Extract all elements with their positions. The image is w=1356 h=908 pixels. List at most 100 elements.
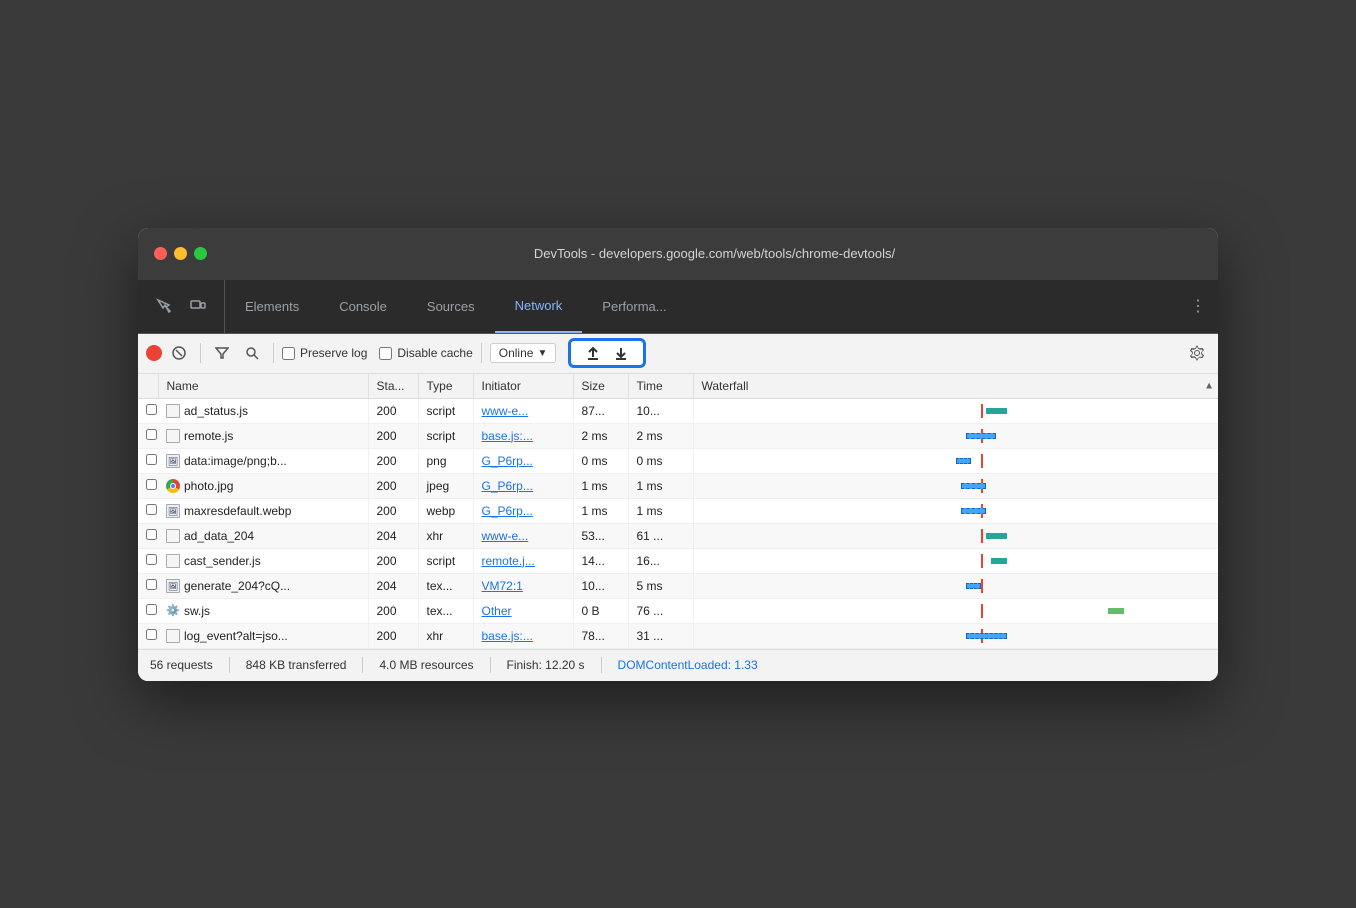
table-row[interactable]: cast_sender.js 200 script remote.j... 14… (138, 548, 1218, 573)
row-name[interactable]: photo.jpg (158, 473, 368, 498)
network-table-container[interactable]: Name Sta... Type Initiator Size (138, 374, 1218, 649)
table-row[interactable]: 🖼 generate_204?cQ... 204 tex... VM72:1 1… (138, 573, 1218, 598)
row-name[interactable]: 🖼 maxresdefault.webp (158, 498, 368, 523)
row-waterfall (693, 573, 1218, 598)
inspect-icon[interactable] (150, 292, 178, 320)
row-initiator[interactable]: www-e... (473, 523, 573, 548)
maximize-button[interactable] (194, 247, 207, 260)
disable-cache-checkbox[interactable] (379, 347, 392, 360)
clear-button[interactable] (166, 340, 192, 366)
device-icon[interactable] (184, 292, 212, 320)
chevron-down-icon: ▼ (537, 348, 547, 359)
row-initiator[interactable]: G_P6rp... (473, 448, 573, 473)
more-tabs-button[interactable]: ⋮ (1178, 280, 1218, 333)
tab-performance[interactable]: Performa... (582, 280, 686, 333)
minimize-button[interactable] (174, 247, 187, 260)
row-name[interactable]: remote.js (158, 423, 368, 448)
row-checkbox-cell (138, 473, 158, 498)
row-initiator[interactable]: www-e... (473, 398, 573, 423)
tab-elements[interactable]: Elements (225, 280, 319, 333)
row-checkbox[interactable] (146, 604, 157, 615)
separator-3 (481, 343, 482, 363)
row-name[interactable]: log_event?alt=jso... (158, 623, 368, 648)
row-initiator[interactable]: base.js:... (473, 623, 573, 648)
tab-console[interactable]: Console (319, 280, 407, 333)
table-row[interactable]: log_event?alt=jso... 200 xhr base.js:...… (138, 623, 1218, 648)
row-checkbox[interactable] (146, 579, 157, 590)
col-checkbox (138, 374, 158, 399)
requests-count: 56 requests (150, 658, 213, 672)
row-name[interactable]: ad_status.js (158, 398, 368, 423)
row-size: 78... (573, 623, 628, 648)
row-checkbox[interactable] (146, 429, 157, 440)
row-checkbox[interactable] (146, 554, 157, 565)
row-type: tex... (418, 573, 473, 598)
table-row[interactable]: remote.js 200 script base.js:... 2 ms 2 … (138, 423, 1218, 448)
record-button[interactable] (146, 345, 162, 361)
col-type-header[interactable]: Type (418, 374, 473, 399)
row-initiator[interactable]: Other (473, 598, 573, 623)
table-row[interactable]: ad_status.js 200 script www-e... 87... 1… (138, 398, 1218, 423)
download-button[interactable] (613, 345, 629, 361)
row-checkbox[interactable] (146, 504, 157, 515)
row-time: 10... (628, 398, 693, 423)
row-checkbox[interactable] (146, 454, 157, 465)
row-name[interactable]: ad_data_204 (158, 523, 368, 548)
row-waterfall (693, 623, 1218, 648)
row-size: 14... (573, 548, 628, 573)
filter-icon[interactable] (209, 340, 235, 366)
row-type: tex... (418, 598, 473, 623)
preserve-log-checkbox[interactable] (282, 347, 295, 360)
search-icon[interactable] (239, 340, 265, 366)
row-checkbox-cell (138, 598, 158, 623)
col-initiator-header[interactable]: Initiator (473, 374, 573, 399)
row-size: 1 ms (573, 473, 628, 498)
row-size: 10... (573, 573, 628, 598)
status-sep-4 (601, 657, 602, 673)
row-waterfall (693, 423, 1218, 448)
row-status: 200 (368, 423, 418, 448)
preserve-log-label[interactable]: Preserve log (282, 346, 367, 360)
row-size: 53... (573, 523, 628, 548)
row-checkbox[interactable] (146, 479, 157, 490)
col-name-header[interactable]: Name (158, 374, 368, 399)
row-type: xhr (418, 623, 473, 648)
sort-arrow-icon: ▲ (1204, 380, 1214, 391)
table-row[interactable]: 🖼 data:image/png;b... 200 png G_P6rp... … (138, 448, 1218, 473)
table-row[interactable]: photo.jpg 200 jpeg G_P6rp... 1 ms 1 ms (138, 473, 1218, 498)
upload-button[interactable] (585, 345, 601, 361)
row-size: 87... (573, 398, 628, 423)
upload-download-box (568, 338, 646, 368)
row-name[interactable]: 🖼 data:image/png;b... (158, 448, 368, 473)
row-name[interactable]: ⚙️ sw.js (158, 598, 368, 623)
row-initiator[interactable]: VM72:1 (473, 573, 573, 598)
row-type: png (418, 448, 473, 473)
row-initiator[interactable]: base.js:... (473, 423, 573, 448)
row-waterfall (693, 598, 1218, 623)
col-waterfall-header[interactable]: Waterfall ▲ (693, 374, 1218, 399)
settings-icon[interactable] (1184, 340, 1210, 366)
table-row[interactable]: ad_data_204 204 xhr www-e... 53... 61 ..… (138, 523, 1218, 548)
row-name[interactable]: cast_sender.js (158, 548, 368, 573)
tab-sources[interactable]: Sources (407, 280, 495, 333)
row-initiator[interactable]: G_P6rp... (473, 473, 573, 498)
row-checkbox[interactable] (146, 404, 157, 415)
col-size-header[interactable]: Size (573, 374, 628, 399)
online-dropdown[interactable]: Online ▼ (490, 343, 557, 363)
row-checkbox[interactable] (146, 629, 157, 640)
row-status: 200 (368, 598, 418, 623)
col-time-header[interactable]: Time (628, 374, 693, 399)
tab-network[interactable]: Network (495, 280, 583, 333)
row-waterfall (693, 398, 1218, 423)
row-name[interactable]: 🖼 generate_204?cQ... (158, 573, 368, 598)
finish-time: Finish: 12.20 s (507, 658, 585, 672)
close-button[interactable] (154, 247, 167, 260)
row-initiator[interactable]: remote.j... (473, 548, 573, 573)
row-checkbox[interactable] (146, 529, 157, 540)
row-initiator[interactable]: G_P6rp... (473, 498, 573, 523)
col-status-header[interactable]: Sta... (368, 374, 418, 399)
table-row[interactable]: 🖼 maxresdefault.webp 200 webp G_P6rp... … (138, 498, 1218, 523)
row-waterfall (693, 448, 1218, 473)
disable-cache-label[interactable]: Disable cache (379, 346, 472, 360)
table-row[interactable]: ⚙️ sw.js 200 tex... Other 0 B 76 ... (138, 598, 1218, 623)
